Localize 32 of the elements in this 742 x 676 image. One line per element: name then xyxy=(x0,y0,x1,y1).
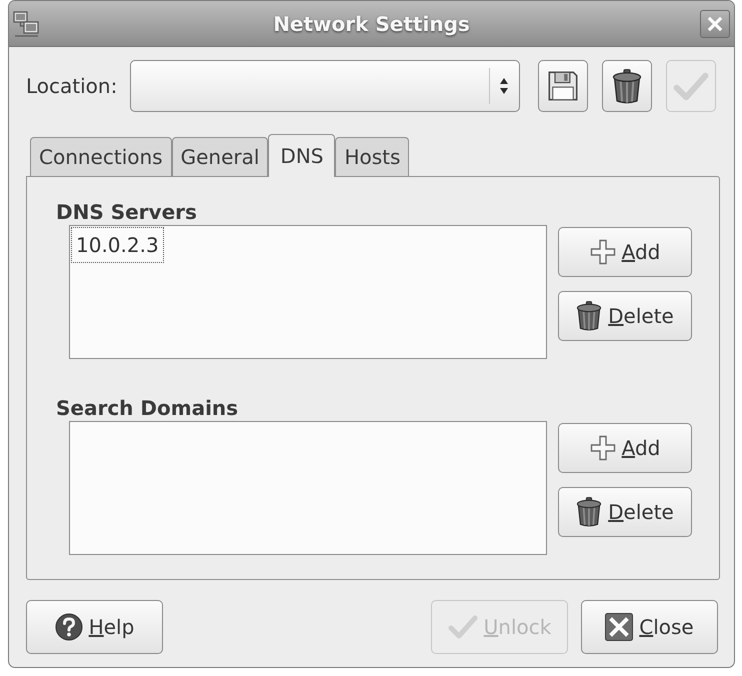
trash-can-icon xyxy=(576,301,602,331)
help-icon xyxy=(54,613,83,641)
trash-can-icon xyxy=(576,497,602,527)
add-button[interactable]: Add xyxy=(558,423,692,473)
save-button[interactable] xyxy=(538,60,588,112)
checkmark-icon xyxy=(448,615,478,639)
up-down-arrows-icon xyxy=(499,77,509,95)
close-button[interactable] xyxy=(700,10,730,38)
help-button[interactable]: Help xyxy=(26,600,163,654)
trash-can-icon xyxy=(612,68,642,104)
network-icon xyxy=(12,10,40,38)
plus-icon xyxy=(590,239,616,265)
location-label: Location: xyxy=(26,74,118,98)
add-button[interactable]: Add xyxy=(558,227,692,277)
location-combo[interactable] xyxy=(130,60,520,112)
tab[interactable]: DNS xyxy=(268,134,336,177)
close-icon xyxy=(707,16,723,32)
delete-button[interactable] xyxy=(602,60,652,112)
tab[interactable]: Connections xyxy=(30,137,172,176)
close-icon xyxy=(605,613,634,641)
checkmark-icon xyxy=(673,72,709,100)
tab[interactable]: General xyxy=(172,137,268,176)
tab[interactable]: Hosts xyxy=(335,137,410,176)
delete-button[interactable]: Delete xyxy=(558,291,692,341)
window-title: Network Settings xyxy=(273,12,470,36)
list-item[interactable]: 10.0.2.3 xyxy=(71,227,164,263)
list-box[interactable]: 10.0.2.3 xyxy=(69,225,547,359)
section-heading: DNS Servers xyxy=(56,201,198,223)
close-button[interactable]: Close xyxy=(581,600,718,654)
plus-icon xyxy=(590,435,616,461)
section-heading: Search Domains xyxy=(56,397,240,419)
delete-button[interactable]: Delete xyxy=(558,487,692,537)
